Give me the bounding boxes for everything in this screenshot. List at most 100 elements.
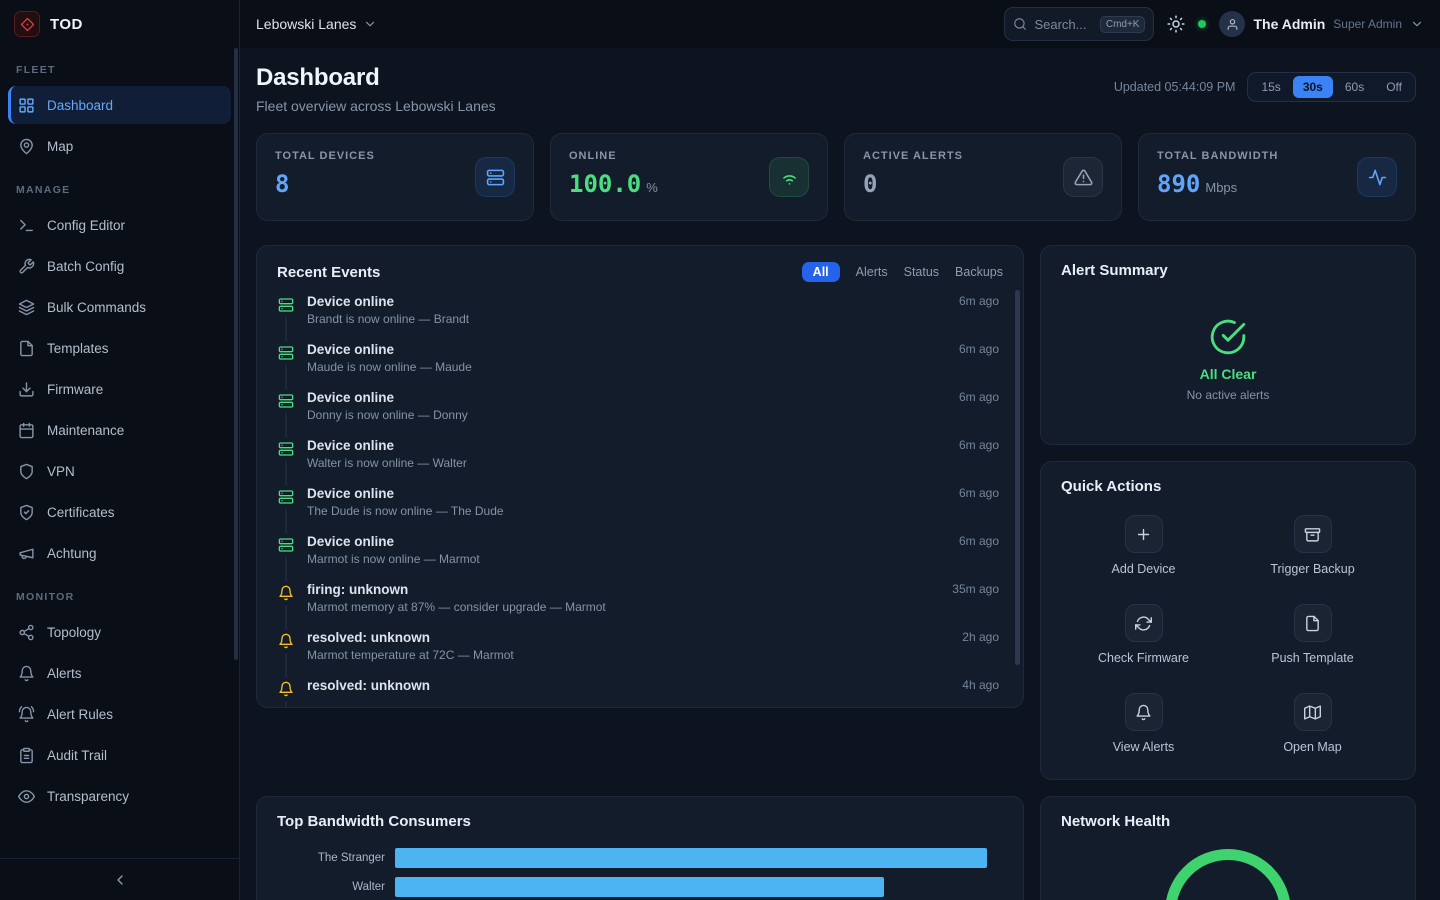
event-row: Device online Brandt is now online — Bra… bbox=[277, 294, 999, 342]
megaphone-icon bbox=[18, 545, 35, 562]
stat-label: ONLINE bbox=[569, 150, 658, 162]
server-icon bbox=[278, 489, 294, 505]
quick-action-trigger-backup[interactable]: Trigger Backup bbox=[1228, 509, 1397, 582]
sidebar-item-alert-rules[interactable]: Alert Rules bbox=[8, 695, 231, 733]
quick-action-open-map[interactable]: Open Map bbox=[1228, 687, 1397, 760]
sidebar-item-alerts[interactable]: Alerts bbox=[8, 654, 231, 692]
event-detail: Walter is now online — Walter bbox=[307, 456, 947, 470]
archive-icon bbox=[1294, 515, 1332, 553]
sidebar-item-config-editor[interactable]: Config Editor bbox=[8, 206, 231, 244]
sidebar: TOD FLEET Dashboard Map MANAGE Config Ed… bbox=[0, 0, 240, 900]
refresh-option-30s[interactable]: 30s bbox=[1293, 76, 1333, 98]
quick-action-add-device[interactable]: Add Device bbox=[1059, 509, 1228, 582]
sidebar-item-firmware[interactable]: Firmware bbox=[8, 370, 231, 408]
search-placeholder: Search... bbox=[1034, 17, 1092, 32]
filter-alerts[interactable]: Alerts bbox=[856, 265, 888, 279]
sidebar-item-topology[interactable]: Topology bbox=[8, 613, 231, 651]
refresh-icon bbox=[1125, 604, 1163, 642]
recent-events-card: Recent Events All Alerts Status Backups … bbox=[256, 245, 1024, 708]
stat-value: 100.0 bbox=[569, 170, 641, 198]
sidebar-item-label: Certificates bbox=[47, 505, 115, 520]
quick-action-label: Add Device bbox=[1112, 562, 1176, 576]
quick-action-check-firmware[interactable]: Check Firmware bbox=[1059, 598, 1228, 671]
event-time: 6m ago bbox=[959, 294, 999, 342]
event-title: Device online bbox=[307, 438, 947, 453]
event-time: 4h ago bbox=[962, 678, 999, 707]
layers-icon bbox=[18, 299, 35, 316]
filter-backups[interactable]: Backups bbox=[955, 265, 1003, 279]
sidebar-item-audit-trail[interactable]: Audit Trail bbox=[8, 736, 231, 774]
wrench-icon bbox=[18, 258, 35, 275]
sidebar-item-maintenance[interactable]: Maintenance bbox=[8, 411, 231, 449]
event-detail: Marmot is now online — Marmot bbox=[307, 552, 947, 566]
sidebar-collapse-button[interactable] bbox=[0, 858, 239, 900]
refresh-option-15s[interactable]: 15s bbox=[1251, 76, 1290, 98]
sidebar-item-achtung[interactable]: Achtung bbox=[8, 534, 231, 572]
event-row: resolved: unknown Marmot temperature at … bbox=[277, 630, 999, 678]
quick-action-view-alerts[interactable]: View Alerts bbox=[1059, 687, 1228, 760]
sidebar-item-vpn[interactable]: VPN bbox=[8, 452, 231, 490]
sidebar-item-label: Maintenance bbox=[47, 423, 124, 438]
event-time: 6m ago bbox=[959, 534, 999, 582]
user-menu[interactable]: The Admin Super Admin bbox=[1219, 11, 1424, 37]
search-input[interactable]: Search... Cmd+K bbox=[1004, 7, 1154, 41]
connection-status-dot bbox=[1198, 20, 1206, 28]
event-title: Device online bbox=[307, 486, 947, 501]
sidebar-item-label: Alerts bbox=[47, 666, 82, 681]
server-icon bbox=[278, 441, 294, 457]
last-updated-text: Updated 05:44:09 PM bbox=[1114, 80, 1236, 94]
event-title: resolved: unknown bbox=[307, 678, 950, 693]
bandwidth-bar bbox=[395, 848, 987, 868]
page-title: Dashboard bbox=[256, 64, 496, 92]
filter-all[interactable]: All bbox=[802, 262, 840, 282]
sidebar-item-templates[interactable]: Templates bbox=[8, 329, 231, 367]
org-switcher[interactable]: Lebowski Lanes bbox=[256, 16, 377, 32]
stat-card-total-bandwidth: TOTAL BANDWIDTH 890 Mbps bbox=[1138, 133, 1416, 221]
sidebar-item-certificates[interactable]: Certificates bbox=[8, 493, 231, 531]
sidebar-item-label: Audit Trail bbox=[47, 748, 107, 763]
network-health-title: Network Health bbox=[1061, 813, 1170, 830]
event-detail: Marmot memory at 87% — consider upgrade … bbox=[307, 600, 940, 614]
filter-status[interactable]: Status bbox=[904, 265, 939, 279]
event-time: 6m ago bbox=[959, 342, 999, 390]
sidebar-item-dashboard[interactable]: Dashboard bbox=[8, 86, 231, 124]
server-icon bbox=[278, 297, 294, 313]
search-shortcut-badge: Cmd+K bbox=[1100, 16, 1146, 33]
sidebar-section-monitor: MONITOR bbox=[0, 575, 239, 610]
refresh-option-off[interactable]: Off bbox=[1376, 76, 1412, 98]
sidebar-section-fleet: FLEET bbox=[0, 48, 239, 83]
brand: TOD bbox=[0, 0, 239, 48]
theme-toggle-button[interactable] bbox=[1167, 15, 1185, 33]
sidebar-item-bulk-commands[interactable]: Bulk Commands bbox=[8, 288, 231, 326]
event-row: Device online Donny is now online — Donn… bbox=[277, 390, 999, 438]
sidebar-section-manage: MANAGE bbox=[0, 168, 239, 203]
sidebar-scrollbar[interactable] bbox=[234, 48, 238, 660]
sidebar-nav: FLEET Dashboard Map MANAGE Config Editor… bbox=[0, 48, 239, 858]
chevron-left-icon bbox=[112, 872, 128, 888]
sidebar-item-batch-config[interactable]: Batch Config bbox=[8, 247, 231, 285]
event-title: Device online bbox=[307, 294, 947, 309]
events-scrollbar[interactable] bbox=[1015, 290, 1020, 665]
check-circle-icon bbox=[1209, 318, 1247, 356]
refresh-option-60s[interactable]: 60s bbox=[1335, 76, 1374, 98]
stat-card-total-devices: TOTAL DEVICES 8 bbox=[256, 133, 534, 221]
sidebar-item-label: Achtung bbox=[47, 546, 97, 561]
event-title: Device online bbox=[307, 342, 947, 357]
sidebar-item-map[interactable]: Map bbox=[8, 127, 231, 165]
user-name: The Admin bbox=[1253, 16, 1325, 32]
alert-summary-status: All Clear bbox=[1200, 366, 1257, 382]
dashboard-content: Dashboard Fleet overview across Lebowski… bbox=[240, 48, 1440, 900]
event-title: Device online bbox=[307, 534, 947, 549]
bandwidth-bar-row: The Stranger bbox=[277, 848, 999, 868]
sidebar-item-label: Alert Rules bbox=[47, 707, 113, 722]
stat-label: ACTIVE ALERTS bbox=[863, 150, 963, 162]
chevron-down-icon bbox=[1410, 17, 1424, 31]
calendar-icon bbox=[18, 422, 35, 439]
sidebar-item-transparency[interactable]: Transparency bbox=[8, 777, 231, 815]
event-detail: Donny is now online — Donny bbox=[307, 408, 947, 422]
download-icon bbox=[18, 381, 35, 398]
event-time: 6m ago bbox=[959, 390, 999, 438]
quick-action-push-template[interactable]: Push Template bbox=[1228, 598, 1397, 671]
event-time: 6m ago bbox=[959, 438, 999, 486]
stat-value: 0 bbox=[863, 170, 877, 198]
